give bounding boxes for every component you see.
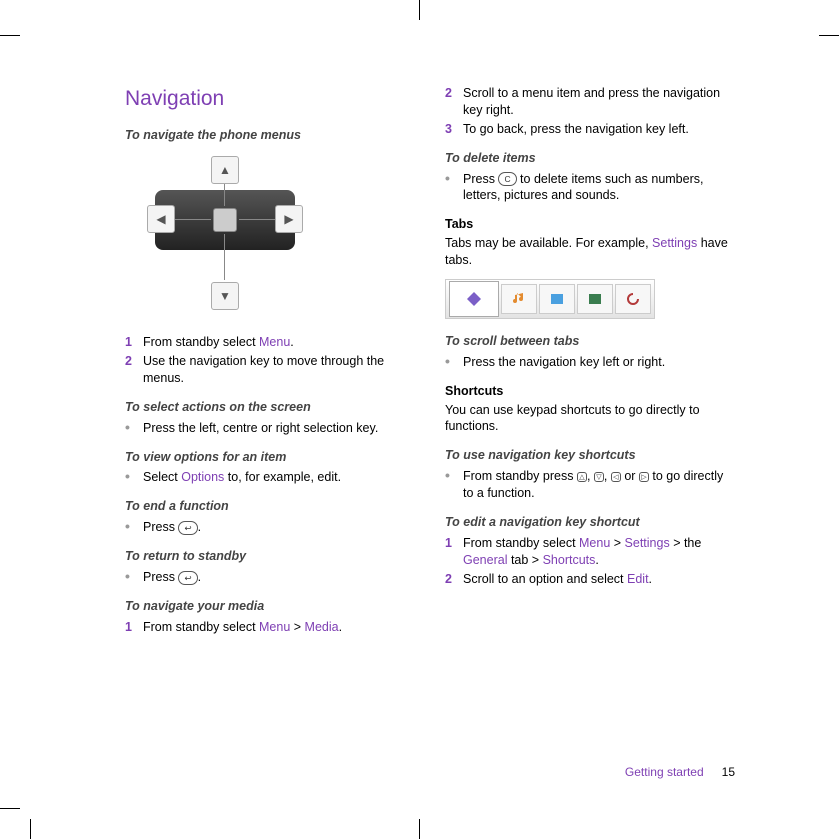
subhead-select-actions: To select actions on the screen <box>125 399 415 416</box>
step-number: 1 <box>445 535 463 569</box>
step-number: 2 <box>445 571 463 588</box>
nav-down-key-icon: ▽ <box>594 472 604 482</box>
page-content: Navigation To navigate the phone menus ▲… <box>125 85 735 765</box>
bullet-icon: • <box>125 469 143 486</box>
subhead-navigate-media: To navigate your media <box>125 598 415 615</box>
tab-item <box>501 284 537 314</box>
bullet-icon: • <box>445 468 463 502</box>
subhead-edit-nav-shortcut: To edit a navigation key shortcut <box>445 514 735 531</box>
ui-settings: Settings <box>652 236 697 250</box>
nav-up-key-icon: △ <box>577 472 587 482</box>
step-text: From standby select Menu. <box>143 334 415 351</box>
photo-icon <box>549 291 565 307</box>
bullet-icon: • <box>445 171 463 205</box>
end-key-icon: ↩ <box>178 521 197 535</box>
bullet-select-actions: • Press the left, centre or right select… <box>125 420 415 437</box>
bullet-view-options: • Select Options to, for example, edit. <box>125 469 415 486</box>
screen-icon <box>587 291 603 307</box>
ui-settings: Settings <box>625 536 670 550</box>
step-number: 3 <box>445 121 463 138</box>
step-text: Press C to delete items such as numbers,… <box>463 171 735 205</box>
tab-item <box>615 284 651 314</box>
bullet-return-standby: • Press ↩. <box>125 569 415 586</box>
bullet-icon: • <box>125 420 143 437</box>
step-text: Press the navigation key left or right. <box>463 354 735 371</box>
step-text: Scroll to an option and select Edit. <box>463 571 735 588</box>
tab-item <box>539 284 575 314</box>
step-text: Press ↩. <box>143 569 415 586</box>
page-footer: Getting started 15 <box>125 765 735 779</box>
ui-options: Options <box>181 470 224 484</box>
ui-shortcuts: Shortcuts <box>543 553 596 567</box>
step-text: From standby select Menu > Media. <box>143 619 415 636</box>
subhead-return-standby: To return to standby <box>125 548 415 565</box>
step-number: 2 <box>125 353 143 387</box>
sync-icon <box>625 291 641 307</box>
ui-general: General <box>463 553 507 567</box>
nav-down-icon: ▼ <box>211 282 239 310</box>
nav-left-icon: ◀ <box>147 205 175 233</box>
tabs-description: Tabs may be available. For example, Sett… <box>445 235 735 269</box>
tab-selected <box>449 281 499 317</box>
bullet-end-function: • Press ↩. <box>125 519 415 536</box>
nav-up-icon: ▲ <box>211 156 239 184</box>
step-text: From standby press △, ▽, ◁ or ▷ to go di… <box>463 468 735 502</box>
subhead-view-options: To view options for an item <box>125 449 415 466</box>
subhead-delete-items: To delete items <box>445 150 735 167</box>
section-title: Navigation <box>125 85 415 113</box>
navigation-key-diagram: ▲ ▼ ◀ ▶ <box>125 150 325 320</box>
step-text: Use the navigation key to move through t… <box>143 353 415 387</box>
step-text: Press ↩. <box>143 519 415 536</box>
step-cont-3: 3 To go back, press the navigation key l… <box>445 121 735 138</box>
bullet-use-nav-shortcuts: • From standby press △, ▽, ◁ or ▷ to go … <box>445 468 735 502</box>
step-media-1: 1 From standby select Menu > Media. <box>125 619 415 636</box>
step-text: To go back, press the navigation key lef… <box>463 121 735 138</box>
left-column: Navigation To navigate the phone menus ▲… <box>125 85 415 765</box>
nav-right-icon: ▶ <box>275 205 303 233</box>
step-edit-2: 2 Scroll to an option and select Edit. <box>445 571 735 588</box>
ui-menu: Menu <box>579 536 610 550</box>
step-text: From standby select Menu > Settings > th… <box>463 535 735 569</box>
step-number: 1 <box>125 619 143 636</box>
c-key-icon: C <box>498 172 516 186</box>
ui-edit: Edit <box>627 572 649 586</box>
step-text: Select Options to, for example, edit. <box>143 469 415 486</box>
subhead-use-nav-shortcuts: To use navigation key shortcuts <box>445 447 735 464</box>
footer-page-number: 15 <box>722 765 735 779</box>
nav-right-key-icon: ▷ <box>639 472 649 482</box>
ui-menu: Menu <box>259 335 290 349</box>
bullet-delete-items: • Press C to delete items such as number… <box>445 171 735 205</box>
heading-tabs: Tabs <box>445 216 735 233</box>
subhead-scroll-tabs: To scroll between tabs <box>445 333 735 350</box>
step-edit-1: 1 From standby select Menu > Settings > … <box>445 535 735 569</box>
step-2: 2 Use the navigation key to move through… <box>125 353 415 387</box>
tab-item <box>577 284 613 314</box>
end-key-icon: ↩ <box>178 571 197 585</box>
nav-left-key-icon: ◁ <box>611 472 621 482</box>
footer-section: Getting started <box>625 765 704 779</box>
step-number: 1 <box>125 334 143 351</box>
ui-media: Media <box>305 620 339 634</box>
diamond-icon <box>466 291 482 307</box>
shortcuts-description: You can use keypad shortcuts to go direc… <box>445 402 735 436</box>
bullet-icon: • <box>125 569 143 586</box>
step-text: Press the left, centre or right selectio… <box>143 420 415 437</box>
right-column: 2 Scroll to a menu item and press the na… <box>445 85 735 765</box>
tabs-illustration <box>445 279 655 319</box>
ui-menu: Menu <box>259 620 290 634</box>
bullet-icon: • <box>445 354 463 371</box>
heading-shortcuts: Shortcuts <box>445 383 735 400</box>
subhead-end-function: To end a function <box>125 498 415 515</box>
bullet-icon: • <box>125 519 143 536</box>
step-cont-2: 2 Scroll to a menu item and press the na… <box>445 85 735 119</box>
step-1: 1 From standby select Menu. <box>125 334 415 351</box>
music-icon <box>511 291 527 307</box>
bullet-scroll-tabs: • Press the navigation key left or right… <box>445 354 735 371</box>
step-text: Scroll to a menu item and press the navi… <box>463 85 735 119</box>
nav-center-icon <box>213 208 237 232</box>
subhead-navigate-menus: To navigate the phone menus <box>125 127 415 144</box>
step-number: 2 <box>445 85 463 119</box>
